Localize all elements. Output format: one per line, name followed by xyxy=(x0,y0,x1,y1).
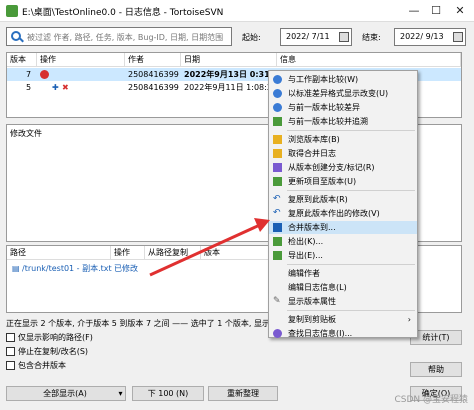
annotation-arrow xyxy=(149,218,270,277)
watermark: CSDN @宝安程猿 xyxy=(394,395,468,405)
